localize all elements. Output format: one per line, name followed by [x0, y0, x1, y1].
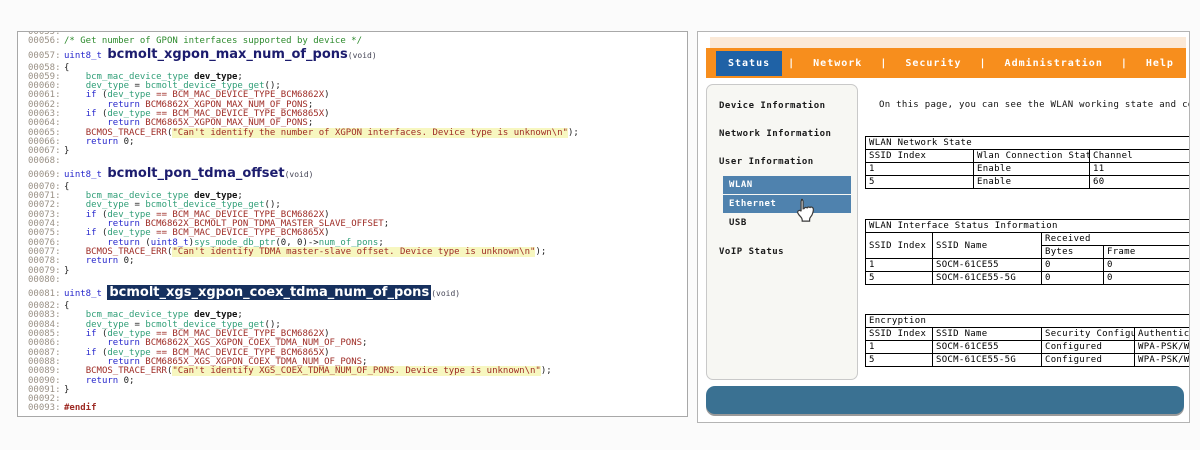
tab-help[interactable]: Help — [1134, 51, 1186, 76]
table-cell: 5 — [866, 272, 933, 285]
line-number: 00093: — [28, 404, 64, 413]
column-header: Security Configuration — [1042, 328, 1135, 341]
column-header: SSID Index — [866, 150, 974, 163]
tab-administration[interactable]: Administration — [993, 51, 1115, 76]
sidebar: Device Information Network Information Use… — [706, 84, 858, 380]
nav-tabs: Status|Network|Security|Administration|H… — [706, 48, 1186, 78]
line-number: 00057: — [28, 48, 64, 64]
column-header: SSID Index — [866, 328, 933, 341]
nav-separator: | — [1115, 58, 1134, 69]
line-number: 00068: — [28, 157, 64, 166]
tab-security[interactable]: Security — [893, 51, 973, 76]
table-title: WLAN Network State — [866, 137, 1190, 150]
table-wlan-network-state: WLAN Network StateSSID IndexWlan Connect… — [865, 136, 1190, 189]
column-header: SSID Name — [933, 328, 1042, 341]
router-admin-panel: Status|Network|Security|Administration|H… — [697, 31, 1190, 423]
table-header-row: SSID IndexSSID NameReceived — [866, 233, 1191, 246]
table-cell: 11 — [1090, 163, 1190, 176]
column-header: Channel — [1090, 150, 1190, 163]
column-header: SSID Name — [933, 233, 1042, 259]
table-cell: Enable — [974, 176, 1090, 189]
table-wlan-interface-status-information: WLAN Interface Status InformationSSID In… — [865, 219, 1190, 285]
table-cell: Configured — [1042, 354, 1135, 367]
sidebar-subitem-usb[interactable]: USB — [723, 214, 851, 232]
table-encryption: EncryptionSSID IndexSSID NameSecurity Co… — [865, 314, 1190, 367]
table-cell: SOCM-61CE55-5G — [933, 354, 1042, 367]
code-line: 00068: — [28, 157, 687, 166]
nav-separator: | — [782, 58, 801, 69]
table-cell: 5 — [866, 176, 974, 189]
table-row: 1Enable11 — [866, 163, 1190, 176]
line-number: 00056: — [28, 37, 64, 46]
table-cell: 0 — [1042, 259, 1104, 272]
code-lines: 00055:00056:/* Get number of GPON interf… — [18, 31, 687, 414]
footer-bar — [706, 386, 1184, 414]
code-line: 00069:uint8_t bcmolt_pon_tdma_offset(voi… — [28, 166, 687, 183]
table-cell: 5 — [866, 354, 933, 367]
code-line: 00056:/* Get number of GPON interfaces s… — [28, 37, 687, 46]
code-line: 00080: — [28, 276, 687, 285]
table-header-row: SSID IndexWlan Connection StatusChannel — [866, 150, 1190, 163]
sidebar-subitem-ethernet[interactable]: Ethernet — [723, 195, 851, 213]
line-number: 00081: — [28, 286, 64, 302]
table-cell: SOCM-61CE55-5G — [933, 272, 1042, 285]
code-line: 00091:} — [28, 386, 687, 395]
table-title: WLAN Interface Status Information — [866, 220, 1191, 233]
sidebar-item-voip-status[interactable]: VoIP Status — [707, 241, 857, 263]
table-cell: 1 — [866, 163, 974, 176]
table-cell: 0 — [1104, 259, 1191, 272]
table-cell: WPA-PSK/W — [1135, 354, 1191, 367]
table-cell: 1 — [866, 259, 933, 272]
screenshot-root: 00055:00056:/* Get number of GPON interf… — [0, 0, 1200, 450]
table-cell: 60 — [1090, 176, 1190, 189]
code-line: 00093:#endif — [28, 404, 687, 413]
table-cell: 1 — [866, 341, 933, 354]
code-line: 00092: — [28, 395, 687, 404]
code-line: 00057:uint8_t bcmolt_xgpon_max_num_of_po… — [28, 47, 687, 64]
nav-separator: | — [874, 58, 893, 69]
nav-separator: | — [974, 58, 993, 69]
table-cell: Configured — [1042, 341, 1135, 354]
column-header: Received — [1042, 233, 1191, 246]
table-cell: WPA-PSK/W — [1135, 341, 1191, 354]
column-header: Wlan Connection Status — [974, 150, 1090, 163]
tables-container: WLAN Network StateSSID IndexWlan Connect… — [863, 136, 1190, 367]
sidebar-subitem-wlan[interactable]: WLAN — [723, 176, 851, 194]
banner-strip — [710, 37, 1186, 48]
table-cell: 0 — [1042, 272, 1104, 285]
table-cell: SOCM-61CE55 — [933, 259, 1042, 272]
tab-network[interactable]: Network — [801, 51, 874, 76]
code-line: 00067:} — [28, 147, 687, 156]
code-line: 00078: return 0; — [28, 257, 687, 266]
column-header: Authentication Type — [1135, 328, 1191, 341]
table-cell: 0 — [1104, 272, 1191, 285]
column-header: SSID Index — [866, 233, 933, 259]
sidebar-item-network-information[interactable]: Network Information — [707, 123, 857, 145]
table-header-row: SSID IndexSSID NameSecurity Configuratio… — [866, 328, 1191, 341]
code-line: 00090: return 0; — [28, 377, 687, 386]
page-description: On this page, you can see the WLAN worki… — [863, 100, 1190, 110]
sidebar-item-user-information[interactable]: User Information — [707, 151, 857, 173]
column-header: Bytes — [1042, 246, 1104, 259]
table-row: 1SOCM-61CE55ConfiguredWPA-PSK/W — [866, 341, 1191, 354]
sidebar-item-device-information[interactable]: Device Information — [707, 95, 857, 117]
line-number: 00080: — [28, 276, 64, 285]
code-line: 00081:uint8_t bcmolt_xgs_xgpon_coex_tdma… — [28, 285, 687, 302]
table-cell: SOCM-61CE55 — [933, 341, 1042, 354]
line-number: 00069: — [28, 167, 64, 183]
tab-status[interactable]: Status — [716, 51, 782, 76]
table-row: 1SOCM-61CE5500 — [866, 259, 1191, 272]
table-cell: Enable — [974, 163, 1090, 176]
column-header: Frame — [1104, 246, 1191, 259]
code-editor-panel[interactable]: 00055:00056:/* Get number of GPON interf… — [17, 31, 688, 417]
main-content: On this page, you can see the WLAN worki… — [863, 84, 1190, 414]
table-title: Encryption — [866, 315, 1191, 328]
table-row: 5SOCM-61CE55-5GConfiguredWPA-PSK/W — [866, 354, 1191, 367]
code-line: 00066: return 0; — [28, 138, 687, 147]
table-row: 5Enable60 — [866, 176, 1190, 189]
table-row: 5SOCM-61CE55-5G00 — [866, 272, 1191, 285]
code-line: 00079:} — [28, 267, 687, 276]
